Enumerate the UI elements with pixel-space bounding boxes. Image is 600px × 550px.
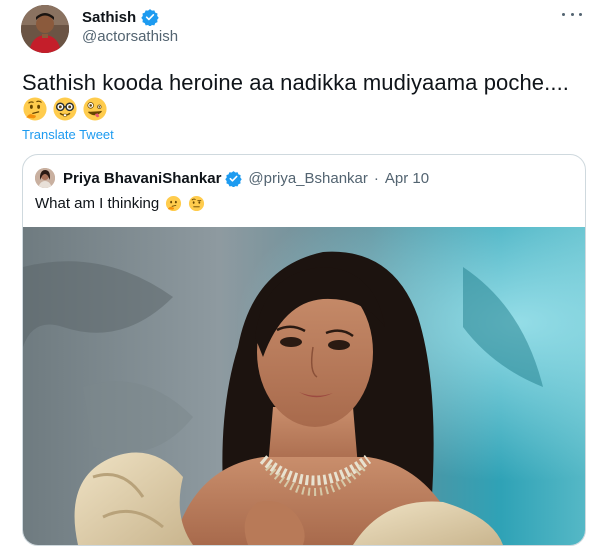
quoted-tweet-date[interactable]: Apr 10 — [385, 170, 429, 187]
thinking-face-icon — [23, 97, 47, 121]
nerd-face-icon — [53, 97, 77, 121]
quoted-tweet-text: What am I thinking — [35, 194, 160, 212]
raised-eyebrow-face-icon — [189, 195, 205, 211]
more-options-icon[interactable] — [562, 6, 582, 22]
quoted-tweet-text-row: What am I thinking — [35, 193, 205, 213]
quoted-tweet-photo[interactable] — [23, 227, 585, 545]
meta-separator: · — [373, 169, 379, 187]
tweet-emoji-row — [22, 96, 108, 124]
tweet-card: Sathish @actorsathish Sathish kooda hero… — [0, 0, 600, 550]
quoted-verified-badge-icon — [225, 170, 243, 187]
author-handle[interactable]: @actorsathish — [82, 28, 178, 45]
verified-badge-icon — [141, 8, 159, 27]
quoted-author-name[interactable]: Priya BhavaniShankar — [63, 170, 221, 187]
translate-tweet-link[interactable]: Translate Tweet — [22, 127, 114, 142]
tweet-text: Sathish kooda heroine aa nadikka mudiyaa… — [22, 70, 569, 95]
author-display-name[interactable]: Sathish — [82, 9, 136, 26]
thinking-face-icon — [166, 195, 182, 211]
portrait-photo — [23, 227, 585, 545]
quoted-tweet-header: Priya BhavaniShankar @priya_Bshankar · A… — [35, 168, 429, 188]
author-avatar[interactable] — [21, 5, 69, 53]
quoted-tweet-card[interactable]: Priya BhavaniShankar @priya_Bshankar · A… — [22, 154, 586, 546]
author-name-row: Sathish — [82, 7, 159, 27]
quoted-author-handle[interactable]: @priya_Bshankar — [248, 170, 367, 187]
zany-face-icon — [83, 97, 107, 121]
quoted-author-avatar[interactable] — [35, 168, 55, 188]
